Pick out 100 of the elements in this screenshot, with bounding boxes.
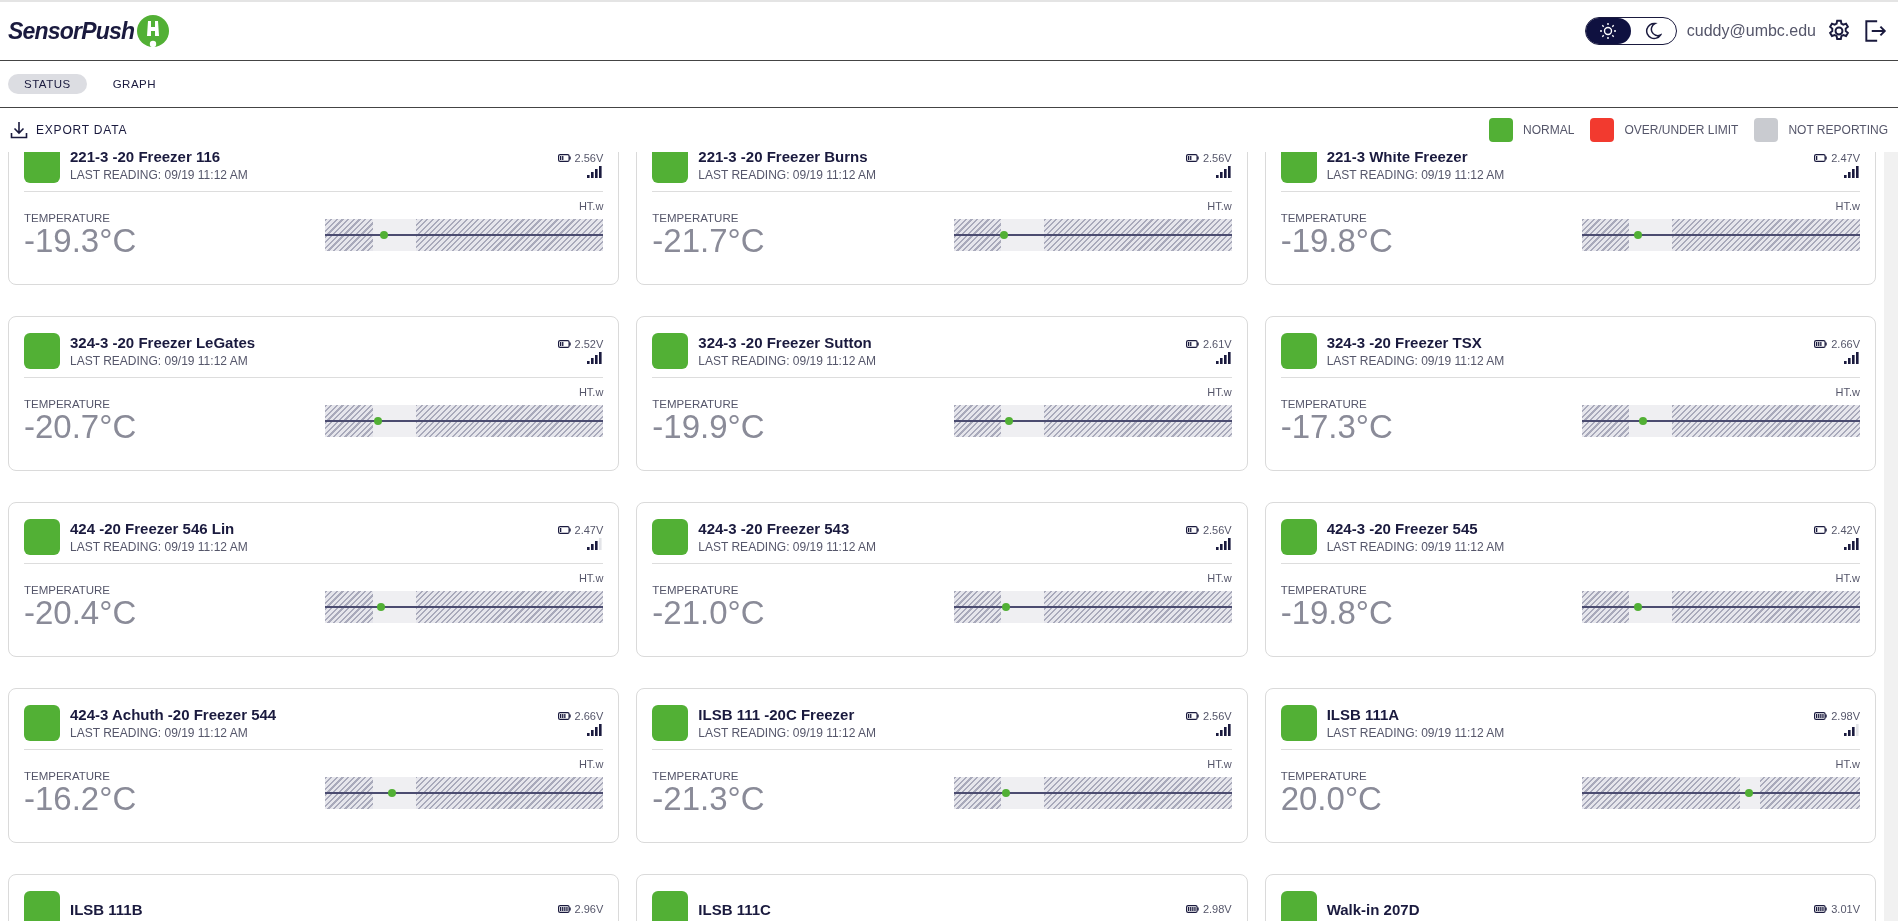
signal-icon — [1844, 724, 1860, 736]
sensor-name: Walk-in 207D — [1326, 900, 1421, 918]
sensor-name: 324-3 -20 Freezer TSX — [1326, 334, 1483, 351]
sensor-card[interactable]: Walk-in 207D 3.01V — [1264, 874, 1876, 921]
sensor-card[interactable]: ILSB 111B 2.96V — [8, 874, 620, 921]
moon-icon — [1644, 22, 1663, 40]
sensor-card[interactable]: 424-3 -20 Freezer 545 LAST READING: 09/19 11:12 AM 2.42V HT.w TEMPERATURE -19.8°C — [1264, 502, 1876, 657]
sensor-card[interactable]: 324-3 -20 Freezer Sutton LAST READING: 09/19 11:12 AM 2.61V HT.w TEMPERATURE -19.9°C — [636, 316, 1248, 471]
last-reading: LAST READING: 09/19 11:12 AM — [70, 168, 249, 182]
signal-icon — [1215, 724, 1232, 736]
battery-voltage: 2.98V — [1831, 710, 1860, 722]
logout-icon[interactable] — [1862, 18, 1888, 44]
sensor-card[interactable]: ILSB 111A LAST READING: 09/19 11:12 AM 2.98V HT.w TEMPERATURE 20.0°C — [1264, 688, 1876, 843]
sensor-name: ILSB 111 -20C Freezer — [698, 706, 856, 723]
acceptable-range-band — [1629, 218, 1673, 251]
acceptable-range-band — [1629, 404, 1673, 437]
last-reading: LAST READING: 09/19 11:12 AM — [1326, 168, 1506, 182]
acceptable-range-band — [1629, 590, 1673, 623]
temperature-value: -17.3°C — [1280, 410, 1393, 443]
battery-icon — [557, 712, 571, 720]
temperature-value: -21.7°C — [652, 224, 765, 257]
battery-voltage: 2.56V — [1202, 152, 1232, 164]
sensor-model: HT.w — [578, 572, 604, 584]
sensor-name: 424 -20 Freezer 546 Lin — [70, 520, 236, 537]
signal-icon — [1844, 538, 1860, 550]
legend-label: NOT REPORTING — [1788, 123, 1888, 137]
sensor-name: 221-3 -20 Freezer Burns — [698, 152, 869, 165]
signal-icon — [587, 538, 604, 550]
battery-voltage: 2.56V — [1202, 524, 1232, 536]
temperature-value: -20.4°C — [24, 596, 137, 629]
temperature-value: -21.0°C — [652, 596, 765, 629]
signal-icon — [1215, 538, 1232, 550]
signal-icon — [1215, 352, 1232, 364]
brand-name: SensorPush — [8, 17, 135, 45]
battery-icon — [557, 340, 571, 348]
download-icon — [10, 121, 28, 139]
sensor-name: 221-3 -20 Freezer 116 — [70, 152, 222, 165]
battery-voltage: 3.01V — [1831, 903, 1860, 915]
sensor-model: HT.w — [1207, 572, 1232, 584]
battery-voltage: 2.56V — [574, 152, 604, 164]
sensor-card[interactable]: 324-3 -20 Freezer LeGates LAST READING: 09/19 11:12 AM 2.52V HT.w TEMPERATURE -20.7°C — [8, 316, 620, 471]
nav-tab[interactable]: STATUS — [8, 74, 87, 94]
battery-icon — [1814, 526, 1828, 534]
metric-label: TEMPERATURE — [1280, 398, 1368, 410]
sensor-name: 424-3 -20 Freezer 545 — [1326, 520, 1479, 537]
sensor-model: HT.w — [1207, 758, 1232, 770]
acceptable-range-band — [1000, 776, 1044, 809]
sensor-name: ILSB 111B — [70, 900, 144, 918]
sensor-name: ILSB 111A — [1326, 706, 1401, 723]
sensor-model: HT.w — [1835, 572, 1860, 584]
metric-label: TEMPERATURE — [652, 584, 740, 596]
sensor-card[interactable]: ILSB 111C 2.98V — [636, 874, 1248, 921]
sensor-card[interactable]: 424-3 -20 Freezer 543 LAST READING: 09/19 11:12 AM 2.56V HT.w TEMPERATURE -21.0°C — [636, 502, 1248, 657]
battery-icon — [1814, 154, 1828, 162]
logo-icon — [136, 14, 171, 48]
sensor-model: HT.w — [578, 386, 604, 398]
sensor-card[interactable]: 221-3 -20 Freezer Burns LAST READING: 09/19 11:12 AM 2.56V HT.w TEMPERATURE -21.7°C — [636, 152, 1248, 285]
sensor-card[interactable]: 324-3 -20 Freezer TSX LAST READING: 09/19 11:12 AM 2.66V HT.w TEMPERATURE -17.3°C — [1264, 316, 1876, 471]
battery-icon — [1185, 340, 1199, 348]
sensor-name: ILSB 111C — [698, 900, 772, 918]
sensor-model: HT.w — [578, 758, 604, 770]
export-data-button[interactable]: EXPORT DATA — [10, 121, 128, 139]
acceptable-range-band — [372, 776, 416, 809]
metric-label: TEMPERATURE — [24, 584, 112, 596]
battery-voltage: 2.47V — [574, 524, 604, 536]
signal-icon — [1844, 166, 1860, 178]
temperature-value: 20.0°C — [1280, 782, 1382, 815]
sensor-card[interactable]: ILSB 111 -20C Freezer LAST READING: 09/19 11:12 AM 2.56V HT.w TEMPERATURE -21.3°C — [636, 688, 1248, 843]
sensor-model: HT.w — [1207, 200, 1232, 212]
metric-label: TEMPERATURE — [1280, 770, 1368, 782]
battery-voltage: 2.56V — [1202, 710, 1232, 722]
sensor-card[interactable]: 424 -20 Freezer 546 Lin LAST READING: 09/19 11:12 AM 2.47V HT.w TEMPERATURE -20.4°C — [8, 502, 620, 657]
battery-voltage: 2.66V — [574, 710, 604, 722]
last-reading: LAST READING: 09/19 11:12 AM — [698, 540, 877, 554]
metric-label: TEMPERATURE — [1280, 212, 1368, 224]
sensor-model: HT.w — [578, 200, 604, 212]
sensor-name: 424-3 -20 Freezer 543 — [698, 520, 851, 537]
sun-icon — [1599, 22, 1618, 40]
last-reading: LAST READING: 09/19 11:12 AM — [1326, 540, 1506, 554]
metric-label: TEMPERATURE — [1280, 584, 1368, 596]
battery-icon — [557, 154, 571, 162]
legend-label: OVER/UNDER LIMIT — [1624, 123, 1739, 137]
acceptable-range-band — [1000, 404, 1044, 437]
last-reading: LAST READING: 09/19 11:12 AM — [698, 354, 877, 368]
sensor-card[interactable]: 424-3 Achuth -20 Freezer 544 LAST READING: 09/19 11:12 AM 2.66V HT.w TEMPERATURE -16.2°C — [8, 688, 620, 843]
temperature-value: -19.3°C — [24, 224, 137, 257]
metric-label: TEMPERATURE — [652, 212, 740, 224]
last-reading: LAST READING: 09/19 11:12 AM — [698, 726, 877, 740]
temperature-value: -20.7°C — [24, 410, 137, 443]
battery-icon — [1185, 712, 1199, 720]
nav-tab[interactable]: GRAPH — [96, 74, 173, 94]
last-reading: LAST READING: 09/19 11:12 AM — [70, 354, 249, 368]
signal-icon — [587, 724, 604, 736]
battery-icon — [557, 526, 571, 534]
sensor-card[interactable]: 221-3 -20 Freezer 116 LAST READING: 09/19 11:12 AM 2.56V HT.w TEMPERATURE -19.3°C — [8, 152, 620, 285]
acceptable-range-band — [372, 218, 416, 251]
temperature-value: -19.8°C — [1280, 596, 1393, 629]
last-reading: LAST READING: 09/19 11:12 AM — [1326, 726, 1506, 740]
sensor-model: HT.w — [1835, 200, 1860, 212]
metric-label: TEMPERATURE — [652, 770, 740, 782]
